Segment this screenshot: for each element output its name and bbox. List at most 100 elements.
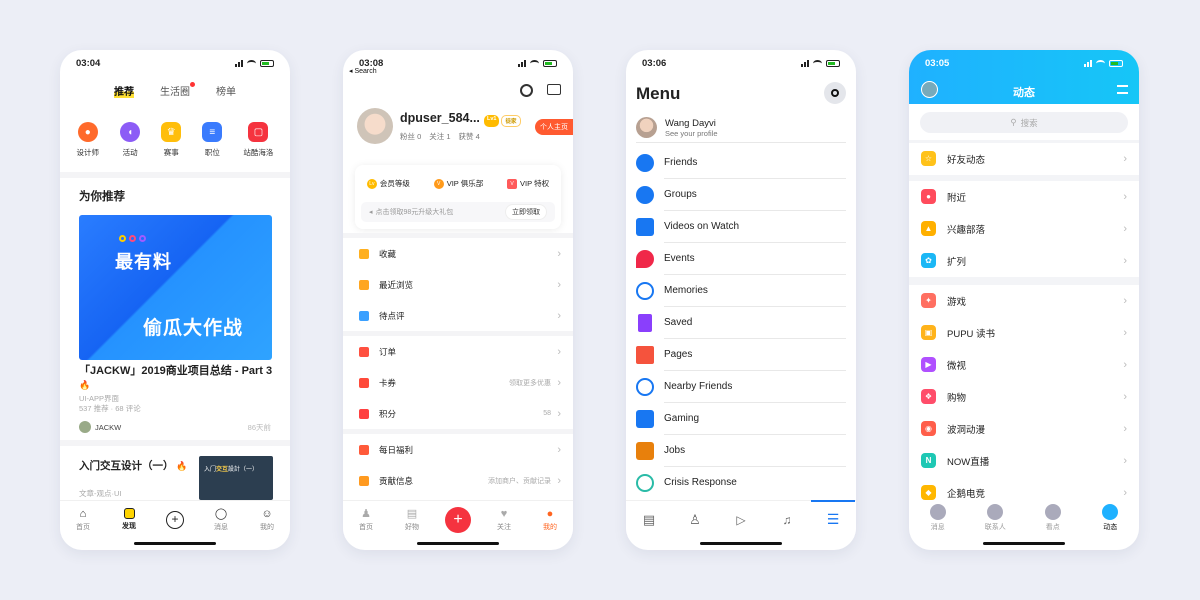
avatar — [636, 117, 657, 138]
row-nearby[interactable]: ● 附近 › — [909, 181, 1139, 213]
events-icon — [636, 250, 654, 268]
tab-messages[interactable]: ◯ 消息 — [198, 501, 244, 538]
following-count[interactable]: 关注 1 — [429, 131, 450, 142]
message-icon[interactable] — [547, 84, 561, 95]
vip-label: VIP 俱乐部 — [446, 179, 484, 188]
row-to-review[interactable]: 待点评 › — [343, 300, 573, 331]
row-now-live[interactable]: N NOW直播 › — [909, 445, 1139, 477]
search-button[interactable] — [824, 82, 846, 104]
chevron-right-icon: › — [1123, 391, 1127, 403]
level-badges: Lv1 徒家 — [484, 115, 521, 127]
category-activity[interactable]: ◖ 活动 — [120, 122, 141, 158]
row-daily-benefits[interactable]: 每日福利 › — [343, 434, 573, 465]
home-indicator — [700, 542, 782, 545]
avatar[interactable] — [357, 108, 393, 144]
tab-goods[interactable]: ▤ 好物 — [389, 501, 435, 538]
menu-item-label: Memories — [664, 275, 846, 307]
chevron-right-icon: › — [557, 376, 561, 389]
claim-button[interactable]: 立即领取 — [505, 204, 547, 220]
book-icon: ▣ — [921, 325, 936, 340]
level-badge: Lv1 — [484, 115, 500, 127]
row-anime[interactable]: ◉ 波洞动漫 › — [909, 413, 1139, 445]
menu-item-crisis[interactable]: Crisis Response — [636, 467, 846, 499]
row-label: 最近浏览 — [379, 279, 414, 290]
vip-privileges[interactable]: V VIP 特权 — [507, 178, 549, 189]
search-input[interactable]: ⚲ 搜索 — [920, 112, 1128, 133]
bottom-tabbar: ⌂ 首页 发现 + ◯ 消息 ☺ 我的 — [60, 500, 290, 538]
menu-item-pages[interactable]: Pages — [636, 339, 846, 371]
star-icon: ☆ — [921, 151, 936, 166]
row-favorites[interactable]: 收藏 › — [343, 238, 573, 269]
tab-discover[interactable]: 发现 — [106, 501, 152, 538]
homepage-button[interactable]: 个人主页 — [535, 119, 573, 135]
tab-label: 首页 — [76, 523, 90, 531]
menu-item-jobs[interactable]: Jobs — [636, 435, 846, 467]
row-label: 订单 — [379, 346, 397, 357]
tab-label: 首页 — [359, 524, 373, 531]
privilege-icon: V — [507, 178, 518, 189]
row-reading[interactable]: ▣ PUPU 读书 › — [909, 317, 1139, 349]
tab-home[interactable]: ♟ 首页 — [343, 501, 389, 538]
tab-menu[interactable]: ☰ — [810, 501, 856, 538]
wifi-icon — [530, 59, 539, 67]
tab-home[interactable]: ⌂ 首页 — [60, 501, 106, 538]
search-bar: ⚲ 搜索 — [909, 104, 1139, 140]
avatar[interactable] — [79, 421, 91, 433]
tab-create[interactable]: + — [152, 501, 198, 538]
tab-life-circle[interactable]: 生活圈 — [160, 82, 195, 98]
vip-card: Lv 会员等级 V VIP 俱乐部 V VIP 特权 ◂ 点击领取98元升级大礼包 立即… — [355, 165, 561, 229]
chevron-right-icon: › — [557, 247, 561, 260]
menu-item-gaming[interactable]: Gaming — [636, 403, 846, 435]
menu-item-memories[interactable]: Memories — [636, 275, 846, 307]
article2-thumbnail[interactable]: 入门交互設計（一） — [199, 456, 273, 500]
tab-feed[interactable]: ▤ — [626, 501, 672, 538]
menu-item-nearby[interactable]: Nearby Friends — [636, 371, 846, 403]
vip-level[interactable]: Lv 会员等级 — [366, 178, 410, 189]
menu-item-saved[interactable]: Saved — [636, 307, 846, 339]
tab-notifications[interactable]: ♫ — [764, 501, 810, 538]
article-title[interactable]: 「JACKW」2019商业项目总结 - Part 3 🔥 — [79, 364, 277, 392]
menu-item-events[interactable]: Events — [636, 243, 846, 275]
featured-banner[interactable]: 最有料 偷瓜大作战 — [79, 215, 272, 360]
fire-icon: 🔥 — [79, 380, 91, 390]
tab-post[interactable]: + — [435, 501, 481, 538]
tab-follow[interactable]: ♥ 关注 — [481, 501, 527, 538]
tab-watch[interactable]: ▷ — [718, 501, 764, 538]
row-shopping[interactable]: ❖ 购物 › — [909, 381, 1139, 413]
category-jobs[interactable]: ≡ 职位 — [202, 122, 223, 158]
feed-icon: ▤ — [642, 511, 656, 527]
row-expand-friends[interactable]: ✿ 扩列 › — [909, 245, 1139, 277]
author-row: JACKW 86天前 — [79, 421, 271, 433]
tab-mine[interactable]: ☺ 我的 — [244, 501, 290, 538]
menu-item-videos[interactable]: Videos on Watch — [636, 211, 846, 243]
category-competition[interactable]: ♛ 赛事 — [161, 122, 182, 158]
menu-item-groups[interactable]: Groups — [636, 179, 846, 211]
author-name[interactable]: JACKW — [95, 423, 121, 432]
thumb-text-highlight: 交互 — [216, 467, 229, 473]
followers-count[interactable]: 粉丝 0 — [400, 131, 421, 142]
profile-row[interactable]: Wang Dayvi See your profile — [636, 113, 846, 143]
category-designer[interactable]: ● 设计师 — [77, 122, 99, 158]
tab-feed[interactable]: 动态 — [1082, 504, 1140, 550]
tab-recommend[interactable]: 推荐 — [114, 83, 134, 98]
row-friend-feed[interactable]: ☆ 好友动态 › — [909, 143, 1139, 175]
row-weishi[interactable]: ▶ 微视 › — [909, 349, 1139, 381]
settings-sliders-icon[interactable] — [1117, 85, 1128, 94]
row-tribes[interactable]: ▲ 兴趣部落 › — [909, 213, 1139, 245]
tab-ranking[interactable]: 榜单 — [216, 83, 236, 98]
row-recent[interactable]: 最近浏览 › — [343, 269, 573, 300]
row-coupons[interactable]: 卡券 领取更多优惠 › — [343, 367, 573, 398]
tab-friends[interactable]: ♙ — [672, 501, 718, 538]
category-hellorf[interactable]: ▢ 站酷海洛 — [243, 122, 273, 158]
row-orders[interactable]: 订单 › — [343, 336, 573, 367]
tab-messages[interactable]: 消息 — [909, 504, 967, 550]
gear-icon[interactable] — [520, 84, 533, 97]
vip-club[interactable]: V VIP 俱乐部 — [433, 178, 484, 189]
back-to-search[interactable]: ◂ Search — [349, 67, 377, 75]
row-points[interactable]: 积分 58 › — [343, 398, 573, 429]
article2-title[interactable]: 入门交互设计（一） 🔥 — [79, 458, 188, 473]
menu-item-friends[interactable]: Friends — [636, 147, 846, 179]
row-contributions[interactable]: 贡献信息 添加商户、贡献记录 › — [343, 465, 573, 496]
tab-mine[interactable]: ● 我的 — [527, 501, 573, 538]
row-games[interactable]: ✦ 游戏 › — [909, 285, 1139, 317]
